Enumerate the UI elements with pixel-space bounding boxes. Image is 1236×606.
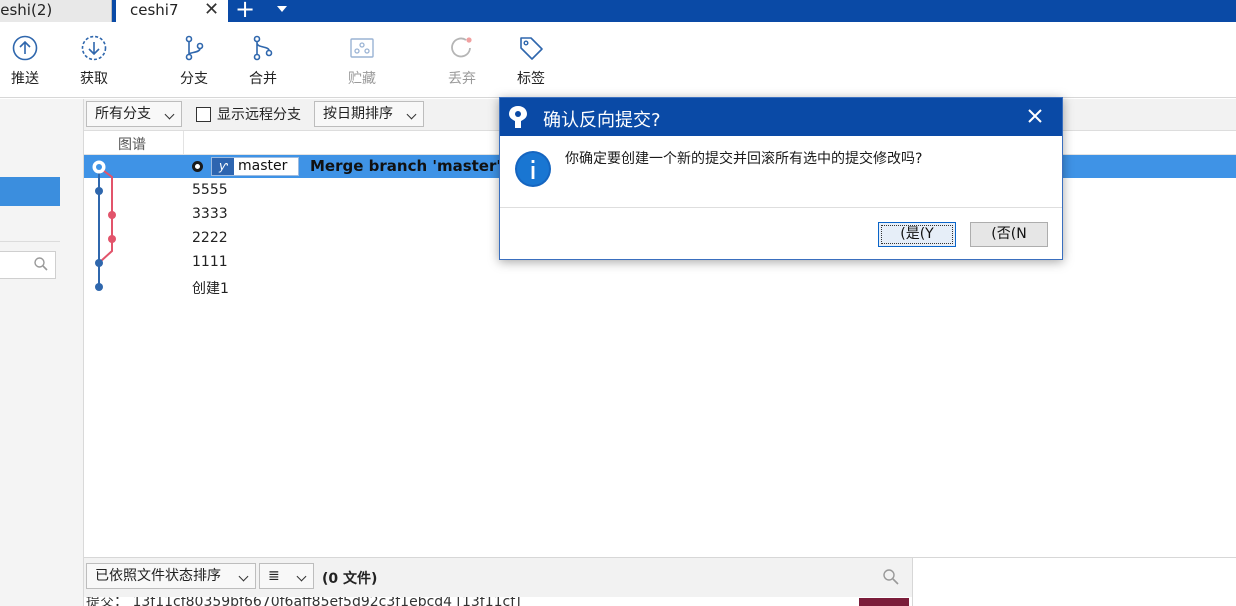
branch-filter-dropdown[interactable]: 所有分支	[86, 101, 182, 127]
discard-icon	[451, 37, 472, 58]
commit-row-create1[interactable]: 创建1	[192, 278, 229, 298]
add-tab-icon[interactable]: +	[235, 0, 255, 21]
push-icon	[12, 35, 38, 61]
chevron-down-icon	[406, 109, 417, 120]
commit-details-line: 提交： 13f11cf80359bf6670f6aff85ef5d92c3f1e…	[84, 597, 912, 606]
dialog-message: 你确定要创建一个新的提交并回滚所有选中的提交修改吗?	[565, 151, 923, 167]
sidebar	[0, 99, 84, 606]
branch-button[interactable]: 分支	[169, 34, 219, 88]
branch-label: 分支	[180, 71, 208, 87]
commit-row-3333[interactable]: 3333	[192, 206, 228, 222]
no-button[interactable]: (否(N	[970, 222, 1048, 247]
search-icon	[34, 257, 48, 271]
graph-column-label: 图谱	[118, 137, 146, 153]
branch-icon	[185, 35, 204, 61]
stash-icon	[350, 38, 374, 58]
view-mode-dropdown[interactable]: ≣	[259, 563, 314, 589]
commit-graph	[92, 160, 116, 291]
commit-row-2222[interactable]: 2222	[192, 230, 228, 246]
commit-message: Merge branch 'master' of	[310, 157, 524, 175]
column-separator[interactable]	[183, 131, 184, 155]
search-icon[interactable]	[882, 568, 900, 586]
tag-icon	[520, 37, 543, 60]
show-remote-label: 显示远程分支	[217, 107, 301, 123]
sidebar-selected-item[interactable]	[0, 177, 60, 206]
merge-button[interactable]: 合并	[238, 34, 288, 88]
file-status-bar: 已依照文件状态排序 ≣ (0 文件) 提交： 13f11cf80359bf667…	[84, 557, 1236, 606]
branch-icon: ƴ	[212, 158, 234, 175]
tag-label: 标签	[517, 71, 545, 87]
commit-node-head-core	[96, 164, 102, 170]
head-marker-icon	[192, 161, 203, 172]
tab-label: ceshi7	[130, 1, 179, 19]
chevron-down-icon	[238, 571, 249, 582]
sort-value: 按日期排序	[323, 106, 393, 122]
dialog-title-bar: 确认反向提交?	[500, 98, 1062, 136]
merge-label: 合并	[249, 71, 277, 87]
chevron-down-icon	[296, 571, 307, 582]
file-sort-value: 已依照文件状态排序	[95, 568, 221, 584]
branch-label-master[interactable]: ƴ master	[211, 157, 299, 176]
branch-name: master	[238, 158, 288, 174]
fetch-icon	[81, 35, 107, 61]
info-icon	[515, 151, 551, 187]
push-button[interactable]: 推送	[0, 34, 50, 88]
close-tab-icon[interactable]: ✕	[204, 0, 219, 20]
confirm-reverse-commit-dialog: 确认反向提交? 你确定要创建一个新的提交并回滚所有选中的提交修改吗? (是(Y …	[499, 97, 1063, 260]
avatar	[859, 598, 909, 606]
dialog-body: 你确定要创建一个新的提交并回滚所有选中的提交修改吗?	[500, 136, 1062, 207]
commit-row-1111[interactable]: 1111	[192, 254, 228, 270]
branch-filter-value: 所有分支	[95, 106, 151, 122]
stash-label: 贮藏	[348, 71, 376, 87]
stash-button[interactable]: 贮藏	[337, 34, 387, 88]
tab-menu-chevron-icon[interactable]	[277, 6, 287, 12]
commit-hash: 提交： 13f11cf80359bf6670f6aff85ef5d92c3f1e…	[86, 597, 521, 606]
diff-panel	[912, 558, 1236, 606]
commit-node	[95, 187, 103, 195]
app-window: ceshi(2) ceshi7 ✕ + 推送 获取	[0, 0, 1236, 606]
merge-icon	[253, 35, 273, 61]
app-logo-icon	[509, 106, 527, 128]
tab-ceshi2[interactable]: ceshi(2)	[0, 0, 112, 22]
discard-label: 丢弃	[448, 71, 476, 87]
file-sort-dropdown[interactable]: 已依照文件状态排序	[86, 563, 256, 589]
commit-node	[108, 235, 116, 243]
commit-node	[108, 211, 116, 219]
commit-node	[95, 259, 103, 267]
tab-bar: ceshi(2) ceshi7 ✕ +	[0, 0, 1236, 22]
push-label: 推送	[11, 71, 39, 87]
commit-row-5555[interactable]: 5555	[192, 182, 228, 198]
tag-button[interactable]: 标签	[506, 34, 556, 88]
fetch-label: 获取	[80, 71, 108, 87]
sidebar-divider	[0, 241, 60, 242]
toolbar: 推送 获取 分支 合并 贮藏 丢弃 标签	[0, 22, 1236, 98]
tab-ceshi7[interactable]: ceshi7 ✕	[116, 0, 228, 22]
fetch-button[interactable]: 获取	[69, 34, 119, 88]
commit-node	[95, 283, 103, 291]
yes-button[interactable]: (是(Y	[878, 222, 956, 247]
close-icon[interactable]	[1024, 105, 1046, 127]
dialog-title: 确认反向提交?	[543, 110, 661, 131]
sidebar-search-input[interactable]	[0, 251, 56, 279]
sort-dropdown[interactable]: 按日期排序	[314, 101, 424, 127]
list-view-icon: ≣	[268, 568, 280, 584]
tab-label: ceshi(2)	[0, 1, 53, 19]
discard-button[interactable]: 丢弃	[437, 34, 487, 88]
chevron-down-icon	[164, 109, 175, 120]
show-remote-checkbox[interactable]	[196, 107, 211, 122]
dialog-footer: (是(Y (否(N	[500, 207, 1062, 259]
file-count: (0 文件)	[322, 571, 378, 587]
